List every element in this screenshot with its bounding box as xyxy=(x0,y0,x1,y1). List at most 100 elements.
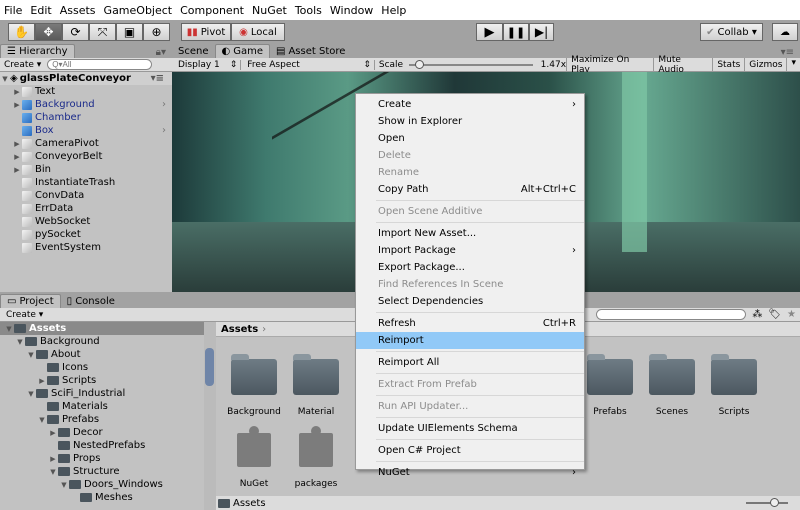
hierarchy-item[interactable]: pySocket xyxy=(0,228,172,241)
project-search-input[interactable] xyxy=(596,309,747,320)
menu-item-show-in-explorer[interactable]: Show in Explorer xyxy=(356,113,584,130)
asset-folder[interactable]: Scripts xyxy=(704,354,764,417)
hierarchy-item[interactable]: EventSystem xyxy=(0,241,172,254)
hierarchy-item[interactable]: InstantiateTrash xyxy=(0,176,172,189)
folder-tree-item[interactable]: ▼ Assets xyxy=(0,322,204,335)
gizmos-button[interactable]: Gizmos xyxy=(744,57,786,72)
hand-tool-button[interactable]: ✋ xyxy=(8,23,35,41)
menu-assets[interactable]: Assets xyxy=(60,4,96,17)
menu-item-nuget[interactable]: NuGet › xyxy=(356,464,584,481)
filter-type-icon[interactable]: ⁂ xyxy=(752,309,762,320)
scale-tool-button[interactable]: ⤧ xyxy=(89,23,116,41)
hierarchy-search-input[interactable] xyxy=(47,59,153,70)
scale-slider[interactable] xyxy=(409,59,533,70)
maximize-on-play-button[interactable]: Maximize On Play xyxy=(566,55,653,75)
expand-arrow-icon[interactable]: ▼ xyxy=(48,468,58,476)
project-scrollbar[interactable] xyxy=(204,322,216,510)
tab-asset-store[interactable]: ▤ Asset Store xyxy=(270,44,351,58)
folder-tree-item[interactable]: ▼ Structure xyxy=(0,465,204,478)
hierarchy-item[interactable]: ▶ Background › xyxy=(0,98,172,111)
expand-arrow-icon[interactable]: ▶ xyxy=(12,88,22,96)
folder-tree-item[interactable]: ▼ Prefabs xyxy=(0,413,204,426)
scrollbar-thumb[interactable] xyxy=(205,348,214,386)
folder-tree-item[interactable]: ▼ Background xyxy=(0,335,204,348)
rotate-tool-button[interactable]: ⟳ xyxy=(62,23,89,41)
hierarchy-item[interactable]: ConvData xyxy=(0,189,172,202)
move-tool-button[interactable]: ✥ xyxy=(35,23,62,41)
pivot-toggle[interactable]: ▮▮ Pivot xyxy=(181,23,231,41)
tab-project[interactable]: ▭ Project xyxy=(0,294,61,308)
menu-item-open[interactable]: Open xyxy=(356,130,584,147)
asset-folder[interactable]: Scenes xyxy=(642,354,702,417)
tab-console[interactable]: ▯ Console xyxy=(61,294,121,308)
menu-item-create[interactable]: Create › xyxy=(356,96,584,113)
expand-arrow-icon[interactable]: ▶ xyxy=(12,101,22,109)
menu-gameobject[interactable]: GameObject xyxy=(104,4,173,17)
folder-tree-item[interactable]: Icons xyxy=(0,361,204,374)
expand-arrow-icon[interactable]: ▶ xyxy=(48,455,58,463)
gizmos-dropdown-icon[interactable]: ▾ xyxy=(786,57,800,72)
create-button[interactable]: Create ▾ xyxy=(4,60,41,70)
menu-item-refresh[interactable]: Refresh Ctrl+R xyxy=(356,315,584,332)
menu-window[interactable]: Window xyxy=(330,4,373,17)
expand-arrow-icon[interactable]: ▼ xyxy=(37,416,47,424)
menu-item-export-package[interactable]: Export Package... xyxy=(356,259,584,276)
favorite-star-icon[interactable]: ★ xyxy=(787,309,796,320)
asset-package[interactable]: NuGet xyxy=(224,426,284,489)
tab-game[interactable]: ◐ Game xyxy=(214,44,271,58)
menu-item-update-uielements-schema[interactable]: Update UIElements Schema xyxy=(356,420,584,437)
panel-menu-icon[interactable]: ▾≡ xyxy=(781,47,794,58)
stats-button[interactable]: Stats xyxy=(712,57,744,72)
scene-menu-icon[interactable]: ▾≡ xyxy=(151,73,164,84)
project-create-button[interactable]: Create ▾ xyxy=(6,310,43,320)
hierarchy-item[interactable]: ▶ Bin xyxy=(0,163,172,176)
menu-item-open-c-project[interactable]: Open C# Project xyxy=(356,442,584,459)
folder-tree-item[interactable]: ▶ Scripts xyxy=(0,374,204,387)
folder-tree-item[interactable]: NestedPrefabs xyxy=(0,439,204,452)
menu-item-reimport[interactable]: Reimport xyxy=(356,332,584,349)
expand-arrow-icon[interactable]: ▼ xyxy=(4,325,14,333)
menu-item-copy-path[interactable]: Copy Path Alt+Ctrl+C xyxy=(356,181,584,198)
folder-tree-item[interactable]: ▶ Decor xyxy=(0,426,204,439)
hierarchy-item[interactable]: ▶ Text xyxy=(0,85,172,98)
chevron-right-icon[interactable]: › xyxy=(162,99,166,110)
hierarchy-item[interactable]: Box › xyxy=(0,124,172,137)
tab-scene[interactable]: Scene xyxy=(172,44,215,58)
collab-button[interactable]: ✔ Collab ▾ xyxy=(700,23,763,41)
folder-tree-item[interactable]: Meshes xyxy=(0,491,204,504)
lock-icon[interactable]: 🔒︎▾ xyxy=(156,47,166,58)
icon-size-slider[interactable] xyxy=(746,498,788,507)
display-select[interactable]: Display 1 ⇕ xyxy=(172,59,242,70)
expand-arrow-icon[interactable]: ▶ xyxy=(12,153,22,161)
hierarchy-item[interactable]: WebSocket xyxy=(0,215,172,228)
scene-root[interactable]: ▼ ◈ glassPlateConveyor ▾≡ xyxy=(0,72,172,85)
aspect-select[interactable]: Free Aspect ⇕ xyxy=(241,59,375,70)
tab-hierarchy[interactable]: ☰ Hierarchy xyxy=(0,44,75,58)
play-button[interactable]: ▶ xyxy=(476,23,503,41)
expand-arrow-icon[interactable]: ▼ xyxy=(26,351,36,359)
rect-tool-button[interactable]: ▣ xyxy=(116,23,143,41)
folder-tree-item[interactable]: Materials xyxy=(0,400,204,413)
asset-folder[interactable]: Background xyxy=(224,354,284,417)
hierarchy-item[interactable]: ▶ ConveyorBelt xyxy=(0,150,172,163)
expand-arrow-icon[interactable]: ▼ xyxy=(59,481,69,489)
hierarchy-item[interactable]: Chamber xyxy=(0,111,172,124)
expand-arrow-icon[interactable]: ▶ xyxy=(12,166,22,174)
menu-item-import-new-asset[interactable]: Import New Asset... xyxy=(356,225,584,242)
scale-slider-knob[interactable] xyxy=(414,59,424,69)
menu-item-import-package[interactable]: Import Package › xyxy=(356,242,584,259)
mute-audio-button[interactable]: Mute Audio xyxy=(653,55,712,75)
hierarchy-item[interactable]: ▶ CameraPivot xyxy=(0,137,172,150)
menu-component[interactable]: Component xyxy=(180,4,244,17)
menu-tools[interactable]: Tools xyxy=(295,4,322,17)
folder-tree-item[interactable]: ▶ Props xyxy=(0,452,204,465)
step-button[interactable]: ▶| xyxy=(529,23,554,41)
asset-folder[interactable]: Prefabs xyxy=(580,354,640,417)
menu-help[interactable]: Help xyxy=(381,4,406,17)
menu-edit[interactable]: Edit xyxy=(30,4,51,17)
expand-arrow-icon[interactable]: ▼ xyxy=(26,390,36,398)
chevron-right-icon[interactable]: › xyxy=(162,125,166,136)
pause-button[interactable]: ❚❚ xyxy=(503,23,529,41)
filter-label-icon[interactable]: 🏷︎ xyxy=(768,309,781,320)
breadcrumb[interactable]: Assets xyxy=(221,324,258,335)
